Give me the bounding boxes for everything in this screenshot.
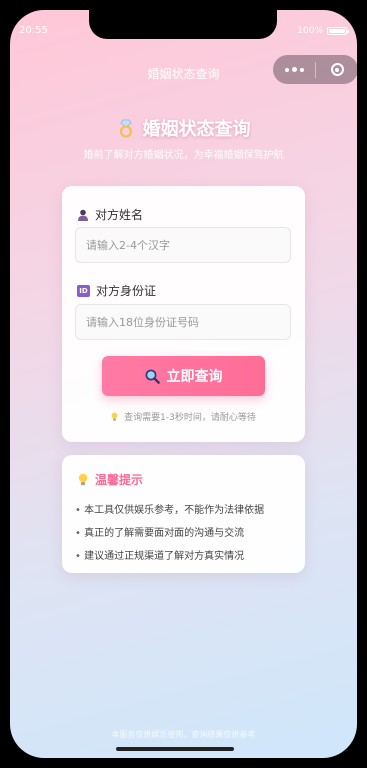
list-item: 真正的了解需要面对面的沟通与交流 (75, 522, 264, 545)
home-indicator (116, 747, 234, 751)
page-heading: 婚姻状态查询 (10, 115, 357, 141)
query-hint: 查询需要1-3秒时间，请耐心等待 (62, 410, 305, 423)
tips-card: 温馨提示 本工具仅供娱乐参考，不能作为法律依据 真正的了解需要面对面的沟通与交流… (62, 455, 305, 573)
tips-header: 温馨提示 (78, 471, 143, 488)
query-button[interactable]: 立即查询 (102, 356, 265, 396)
list-item: 建议通过正规渠道了解对方真实情况 (75, 545, 264, 568)
battery-status: 100% (297, 26, 349, 36)
page-subtitle: 婚前了解对方婚姻状况，为幸福婚姻保驾护航 (83, 150, 284, 161)
magnifier-icon (145, 369, 160, 384)
list-item: 本工具仅供娱乐参考，不能作为法律依据 (75, 499, 264, 522)
mini-program-capsule (273, 55, 357, 84)
battery-icon (327, 27, 349, 35)
tips-title: 温馨提示 (95, 473, 144, 487)
name-label-text: 对方姓名 (95, 208, 144, 222)
page-title: 婚姻状态查询 (142, 119, 251, 140)
status-time: 20:55 (19, 25, 48, 36)
name-field-label: 对方姓名 (77, 206, 143, 223)
id-label-text: 对方身份证 (96, 284, 157, 298)
phone-screen: 20:55 100% 婚姻状态查询 婚姻状态查询 婚前了解对方婚姻状况，为幸福婚… (10, 10, 357, 758)
id-field-label: ID 对方身份证 (77, 282, 156, 299)
footer-disclaimer: 本服务仅供娱乐使用，查询结果仅供参考 (111, 730, 256, 739)
more-dots-icon[interactable] (273, 67, 315, 72)
battery-percent: 100% (297, 26, 323, 36)
id-card-icon: ID (77, 284, 90, 297)
query-button-label: 立即查询 (166, 369, 223, 385)
lightbulb-icon (78, 473, 88, 485)
id-number-input[interactable] (75, 304, 291, 340)
person-icon (78, 209, 88, 221)
close-target-icon[interactable] (316, 63, 357, 76)
ring-icon (119, 119, 132, 138)
query-form-card: 对方姓名 ID 对方身份证 立即查询 查询需要1-3秒时间，请耐心等待 (62, 186, 305, 442)
tips-list: 本工具仅供娱乐参考，不能作为法律依据 真正的了解需要面对面的沟通与交流 建议通过… (75, 499, 264, 568)
notch (89, 10, 277, 39)
query-hint-text: 查询需要1-3秒时间，请耐心等待 (124, 413, 256, 423)
name-input[interactable] (75, 227, 291, 263)
lightbulb-icon (111, 412, 118, 421)
